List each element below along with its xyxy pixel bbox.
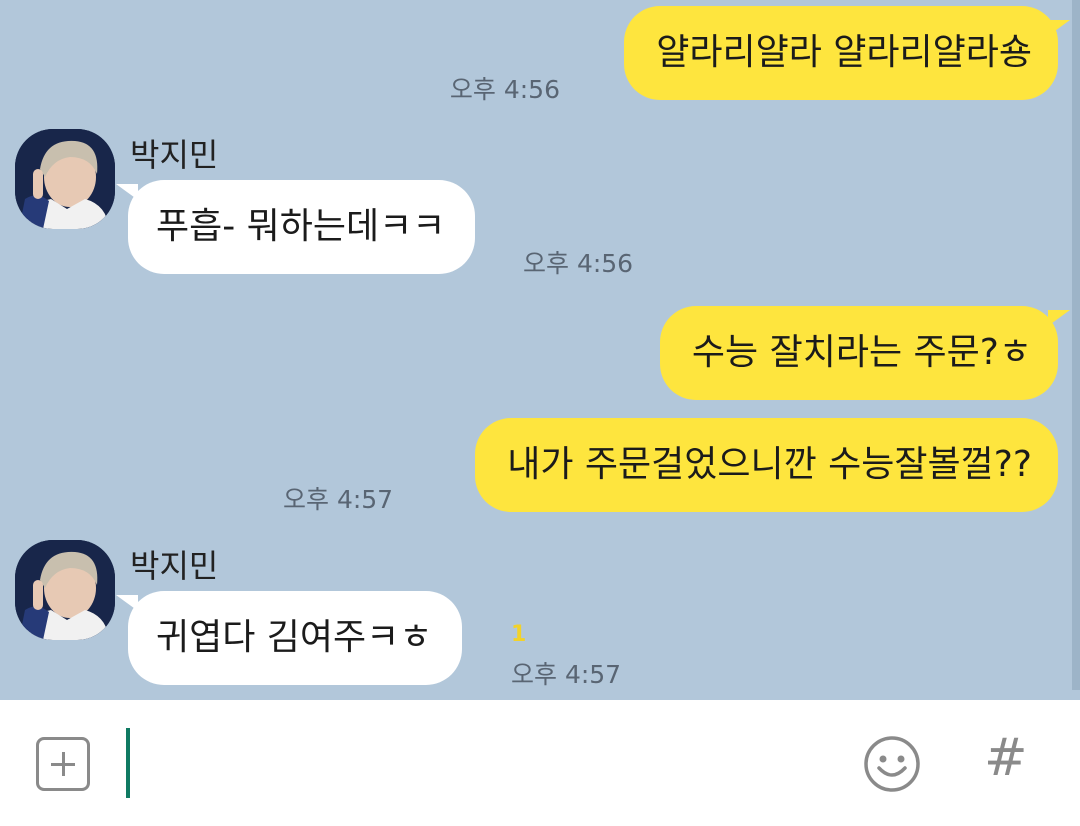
bubble-tail (1048, 20, 1070, 36)
plus-square-icon[interactable] (36, 737, 90, 791)
avatar[interactable] (15, 540, 115, 640)
my-message-bubble[interactable]: 얄라리얄라 얄라리얄라숑 (624, 6, 1058, 100)
my-message-bubble[interactable]: 내가 주문걸었으니깐 수능잘볼껄?? (475, 418, 1058, 512)
message-time: 오후 4:57 (511, 660, 622, 689)
friend-message-bubble[interactable]: 귀엽다 김여주ㅋㅎ (128, 591, 463, 685)
profile-photo (15, 540, 115, 640)
unread-count: 1 (511, 622, 527, 647)
avatar[interactable] (15, 129, 115, 229)
sender-name: 박지민 (130, 547, 219, 585)
message-time: 오후 4:57 (283, 485, 394, 514)
profile-photo (15, 129, 115, 229)
message-input[interactable] (132, 728, 836, 800)
bubble-tail (116, 184, 138, 200)
chat-area[interactable]: 얄라리얄라 얄라리얄라숑 오후 4:56 박지민 푸흡- 뭐하는데ㅋㅋ 오후 4… (0, 0, 1080, 700)
sender-name: 박지민 (130, 136, 219, 174)
text-cursor (126, 728, 130, 798)
message-time: 오후 4:56 (523, 249, 634, 278)
scrollbar[interactable] (1072, 0, 1080, 690)
smiley-icon[interactable] (862, 734, 922, 794)
bubble-tail (1048, 310, 1070, 326)
friend-message-bubble[interactable]: 푸흡- 뭐하는데ㅋㅋ (128, 180, 476, 274)
bubble-tail (116, 595, 138, 611)
my-message-bubble[interactable]: 수능 잘치라는 주문?ㅎ (659, 306, 1058, 400)
hash-button[interactable]: # (984, 728, 1028, 788)
message-composer: # (0, 700, 1080, 826)
message-time: 오후 4:56 (449, 75, 560, 104)
